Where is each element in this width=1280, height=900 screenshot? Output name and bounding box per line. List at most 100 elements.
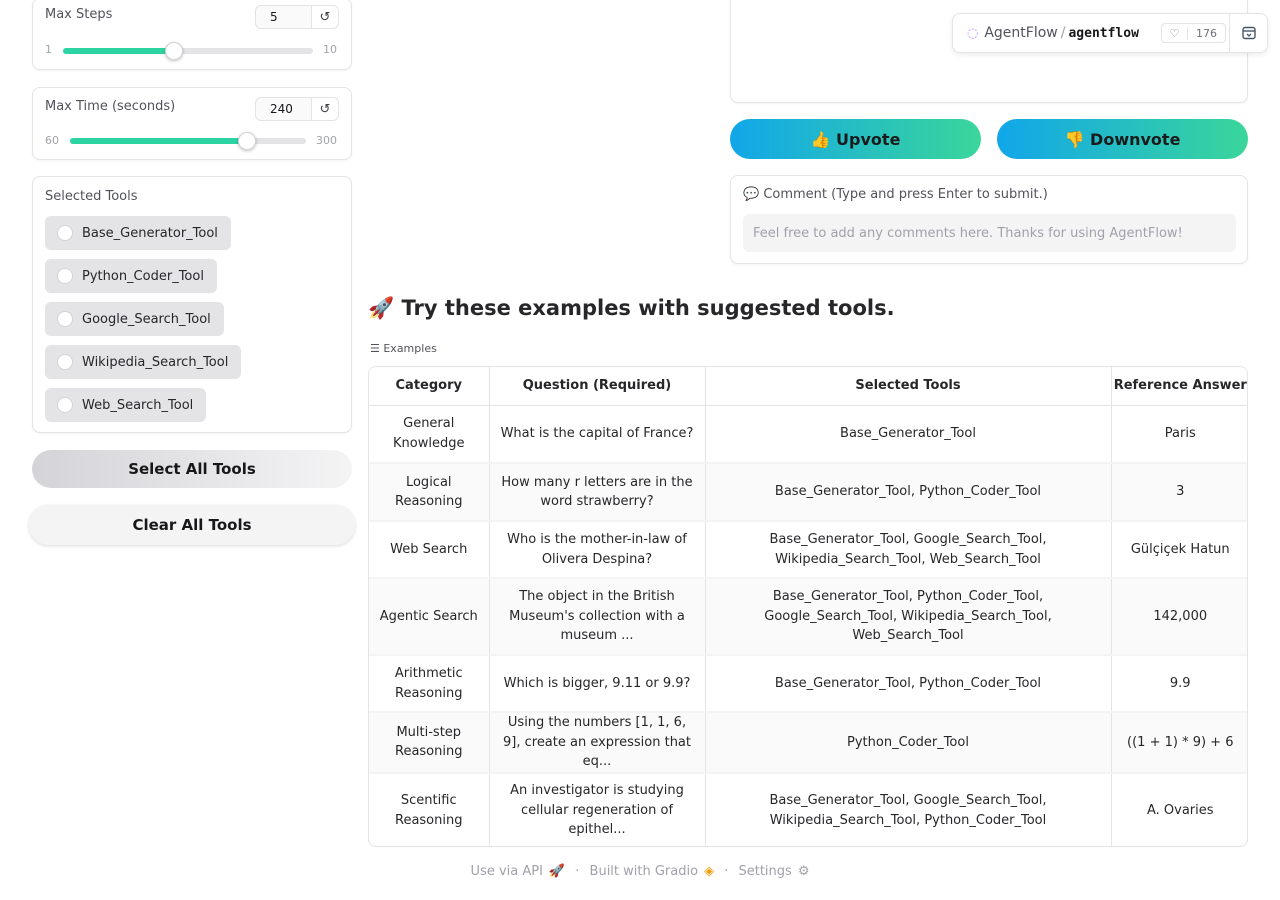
panel-icon: [1241, 26, 1256, 40]
cell-question: Which is bigger, 9.11 or 9.9?: [489, 655, 706, 713]
cell-category: Scentific Reasoning: [369, 772, 490, 846]
footer-dot: ·: [724, 864, 729, 879]
cell-answer: 3: [1111, 463, 1247, 522]
heart-icon[interactable]: ♡: [1162, 26, 1188, 40]
max-steps-label: Max Steps: [45, 7, 113, 22]
cell-answer: ((1 + 1) * 9) + 6: [1111, 712, 1247, 774]
table-header-row: Category Question (Required) Selected To…: [369, 367, 1247, 406]
max-time-slider-fill: [70, 138, 247, 144]
settings-link[interactable]: Settings: [738, 864, 791, 879]
org-name[interactable]: AgentFlow: [984, 25, 1057, 41]
examples-heading: 🚀 Try these examples with suggested tool…: [368, 296, 895, 320]
tool-label: Wikipedia_Search_Tool: [82, 354, 229, 370]
checkbox-icon[interactable]: [57, 225, 73, 241]
max-steps-number-input[interactable]: 5 ↺: [255, 5, 339, 29]
tool-checkbox-wikipedia-search[interactable]: Wikipedia_Search_Tool: [45, 345, 242, 379]
cell-category: Multi-step Reasoning: [369, 712, 490, 774]
checkbox-icon[interactable]: [57, 397, 73, 413]
tool-label: Web_Search_Tool: [82, 397, 194, 413]
max-steps-slider-thumb[interactable]: [165, 42, 183, 60]
cell-question: What is the capital of France?: [489, 405, 706, 464]
cell-answer: Paris: [1111, 405, 1247, 464]
max-time-label: Max Time (seconds): [45, 99, 176, 114]
tool-label: Google_Search_Tool: [82, 311, 211, 327]
cell-tools: Base_Generator_Tool, Python_Coder_Tool, …: [705, 578, 1112, 656]
table-row[interactable]: Logical Reasoning How many r letters are…: [369, 463, 1247, 522]
max-time-slider[interactable]: [70, 132, 306, 150]
comment-label: 💬 Comment (Type and press Enter to submi…: [743, 187, 1048, 202]
examples-label: ☰ Examples: [370, 342, 437, 355]
space-header-badge: ◌ AgentFlow / agentflow ♡ 176: [952, 13, 1268, 53]
footer-dot: ·: [575, 864, 580, 879]
clear-all-tools-button[interactable]: Clear All Tools: [29, 505, 355, 545]
examples-table: Category Question (Required) Selected To…: [368, 366, 1248, 847]
cell-tools: Base_Generator_Tool, Google_Search_Tool,…: [705, 772, 1112, 846]
max-time-slider-thumb[interactable]: [238, 132, 256, 150]
comment-input[interactable]: Feel free to add any comments here. Than…: [743, 214, 1236, 252]
checkbox-icon[interactable]: [57, 354, 73, 370]
max-time-control: Max Time (seconds) 240 ↺ 60 300: [32, 87, 352, 160]
downvote-button[interactable]: 👎 Downvote: [997, 119, 1248, 159]
table-row[interactable]: General Knowledge What is the capital of…: [369, 405, 1247, 464]
upvote-button[interactable]: 👍 Upvote: [730, 119, 981, 159]
column-header-question[interactable]: Question (Required): [489, 367, 706, 406]
cell-tools: Python_Coder_Tool: [705, 712, 1112, 774]
table-row[interactable]: Scentific Reasoning An investigator is s…: [369, 772, 1247, 846]
max-steps-min: 1: [45, 43, 52, 56]
path-separator: /: [1060, 25, 1066, 41]
reset-icon[interactable]: ↺: [310, 6, 338, 28]
tool-checkbox-google-search[interactable]: Google_Search_Tool: [45, 302, 224, 336]
cell-answer: Gülçiçek Hatun: [1111, 521, 1247, 579]
select-all-tools-button[interactable]: Select All Tools: [32, 450, 352, 488]
table-row[interactable]: Agentic Search The object in the British…: [369, 578, 1247, 656]
tool-checkbox-base-generator[interactable]: Base_Generator_Tool: [45, 216, 231, 250]
collapse-panel-icon[interactable]: [1229, 14, 1267, 52]
max-time-max: 300: [316, 134, 337, 147]
max-steps-max: 10: [323, 43, 337, 56]
selected-tools-group: Selected Tools Base_Generator_Tool Pytho…: [32, 176, 352, 433]
footer: Use via API 🚀 · Built with Gradio ◈ · Sett…: [0, 864, 1280, 879]
column-header-tools[interactable]: Selected Tools: [705, 367, 1112, 406]
rocket-icon: 🚀: [548, 864, 566, 879]
comment-box: 💬 Comment (Type and press Enter to submi…: [730, 175, 1248, 264]
cell-tools: Base_Generator_Tool, Python_Coder_Tool: [705, 463, 1112, 522]
cell-category: Logical Reasoning: [369, 463, 490, 522]
like-button[interactable]: ♡ 176: [1161, 23, 1226, 43]
gear-icon: ⚙: [797, 864, 810, 879]
repo-name[interactable]: agentflow: [1068, 26, 1138, 41]
gradio-logo-icon: ◈: [704, 864, 715, 879]
cell-tools: Base_Generator_Tool: [705, 405, 1112, 464]
table-row[interactable]: Web Search Who is the mother-in-law of O…: [369, 521, 1247, 579]
max-time-number-input[interactable]: 240 ↺: [255, 97, 339, 121]
cell-category: Arithmetic Reasoning: [369, 655, 490, 713]
agentflow-logo-icon: ◌: [967, 25, 979, 41]
built-with-gradio-link[interactable]: Built with Gradio: [590, 864, 699, 879]
max-steps-slider[interactable]: [63, 42, 313, 60]
cell-question: The object in the British Museum's colle…: [489, 578, 706, 656]
max-steps-value[interactable]: 5: [256, 10, 311, 24]
cell-question: An investigator is studying cellular reg…: [489, 772, 706, 846]
checkbox-icon[interactable]: [57, 268, 73, 284]
column-header-answer[interactable]: Reference Answer: [1111, 367, 1247, 406]
tool-label: Python_Coder_Tool: [82, 268, 204, 284]
max-steps-slider-fill: [63, 48, 174, 54]
tool-label: Base_Generator_Tool: [82, 225, 218, 241]
cell-tools: Base_Generator_Tool, Python_Coder_Tool: [705, 655, 1112, 713]
cell-tools: Base_Generator_Tool, Google_Search_Tool,…: [705, 521, 1112, 579]
use-via-api-link[interactable]: Use via API: [471, 864, 543, 879]
table-row[interactable]: Multi-step Reasoning Using the numbers […: [369, 712, 1247, 774]
column-header-category[interactable]: Category: [369, 367, 490, 406]
table-row[interactable]: Arithmetic Reasoning Which is bigger, 9.…: [369, 655, 1247, 713]
tool-checkbox-web-search[interactable]: Web_Search_Tool: [45, 388, 207, 422]
cell-question: Who is the mother-in-law of Olivera Desp…: [489, 521, 706, 579]
cell-answer: 9.9: [1111, 655, 1247, 713]
cell-category: Agentic Search: [369, 578, 490, 656]
cell-category: General Knowledge: [369, 405, 490, 464]
like-count: 176: [1196, 26, 1217, 40]
reset-icon[interactable]: ↺: [310, 98, 338, 120]
tool-checkbox-python-coder[interactable]: Python_Coder_Tool: [45, 259, 217, 293]
checkbox-icon[interactable]: [57, 311, 73, 327]
max-time-value[interactable]: 240: [256, 102, 311, 116]
cell-answer: A. Ovaries: [1111, 772, 1247, 846]
selected-tools-label: Selected Tools: [45, 189, 138, 204]
